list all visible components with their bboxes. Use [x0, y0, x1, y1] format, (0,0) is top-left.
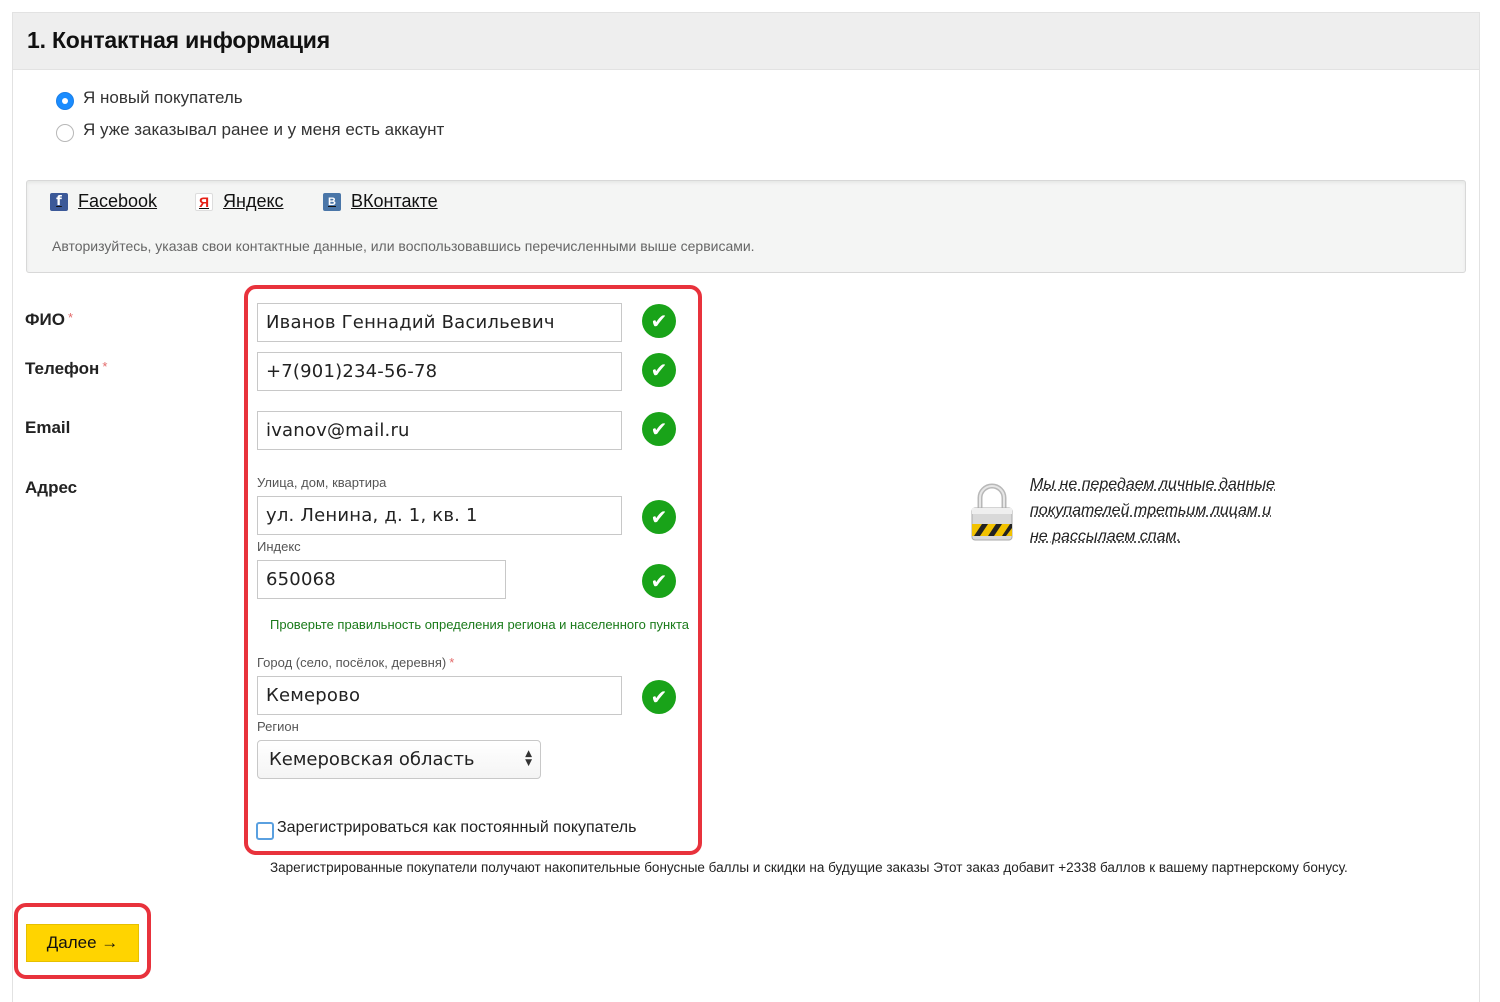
- yandex-icon: Я: [195, 192, 213, 211]
- phone-input[interactable]: +7(901)234-56-78: [257, 352, 622, 391]
- fio-label-text: ФИО: [25, 310, 65, 329]
- register-checkbox[interactable]: [256, 822, 274, 840]
- region-label: Регион: [257, 719, 299, 734]
- required-mark: *: [449, 655, 455, 670]
- section-header: 1. Контактная информация: [13, 13, 1479, 70]
- region-check-hint: Проверьте правильность определения регио…: [270, 617, 690, 632]
- required-mark: *: [102, 359, 108, 374]
- radio-button-checked[interactable]: [56, 92, 74, 110]
- street-valid-check-icon: ✔: [642, 500, 676, 534]
- radio-existing-customer[interactable]: Я уже заказывал ранее и у меня есть акка…: [56, 118, 444, 142]
- vk-link-label: ВКонтакте: [351, 191, 438, 211]
- vk-link[interactable]: В ВКонтакте: [323, 191, 438, 212]
- email-input[interactable]: ivanov@mail.ru: [257, 411, 622, 450]
- street-label: Улица, дом, квартира: [257, 475, 387, 490]
- register-checkbox-label: Зарегистрироваться как постоянный покупа…: [277, 818, 637, 836]
- zip-label: Индекс: [257, 539, 301, 554]
- city-input[interactable]: Кемерово: [257, 676, 622, 715]
- radio-label: Я новый покупатель: [83, 88, 243, 107]
- yandex-link-label: Яндекс: [223, 191, 284, 211]
- register-checkbox-row[interactable]: Зарегистрироваться как постоянный покупа…: [256, 815, 636, 840]
- facebook-link[interactable]: f Facebook: [50, 191, 157, 212]
- region-select[interactable]: Кемеровская область ▲ ▼: [257, 740, 541, 779]
- bonus-note: Зарегистрированные покупатели получают н…: [270, 860, 1348, 875]
- select-arrows-icon: ▲ ▼: [525, 749, 532, 768]
- social-login-box: f Facebook Я Яндекс В ВКонтакте Авторизу…: [26, 180, 1466, 273]
- fio-input[interactable]: Иванов Геннадий Васильевич: [257, 303, 622, 342]
- facebook-link-label: Facebook: [78, 191, 158, 211]
- required-mark: *: [67, 310, 74, 325]
- phone-valid-check-icon: ✔: [642, 353, 676, 387]
- zip-input[interactable]: 650068: [257, 560, 506, 599]
- phone-label-text: Телефон: [25, 359, 100, 378]
- fio-label: ФИО *: [25, 310, 73, 330]
- lock-icon: [971, 483, 1013, 541]
- city-valid-check-icon: ✔: [642, 680, 676, 714]
- next-button[interactable]: Далее →: [26, 924, 139, 962]
- radio-new-customer[interactable]: Я новый покупатель: [56, 86, 243, 110]
- city-label-text: Город (село, посёлок, деревня): [257, 655, 447, 670]
- vk-icon: В: [323, 192, 341, 211]
- email-label: Email: [25, 418, 71, 437]
- radio-button[interactable]: [56, 124, 74, 142]
- phone-label: Телефон *: [25, 359, 107, 379]
- section-title: 1. Контактная информация: [27, 27, 330, 53]
- email-valid-check-icon: ✔: [642, 412, 676, 446]
- fio-valid-check-icon: ✔: [642, 304, 676, 338]
- yandex-link[interactable]: Я Яндекс: [195, 191, 284, 212]
- region-select-value: Кемеровская область: [269, 749, 475, 770]
- social-login-note: Авторизуйтесь, указав свои контактные да…: [52, 238, 755, 254]
- radio-label: Я уже заказывал ранее и у меня есть акка…: [83, 120, 445, 139]
- privacy-notice: Мы не передаем личные данные покупателей…: [968, 472, 1288, 550]
- privacy-text: Мы не передаем личные данные покупателей…: [1030, 476, 1276, 545]
- zip-valid-check-icon: ✔: [642, 564, 676, 598]
- facebook-icon: f: [50, 192, 68, 211]
- address-label: Адрес: [25, 478, 78, 497]
- city-label: Город (село, посёлок, деревня) *: [257, 655, 454, 670]
- street-input[interactable]: ул. Ленина, д. 1, кв. 1: [257, 496, 622, 535]
